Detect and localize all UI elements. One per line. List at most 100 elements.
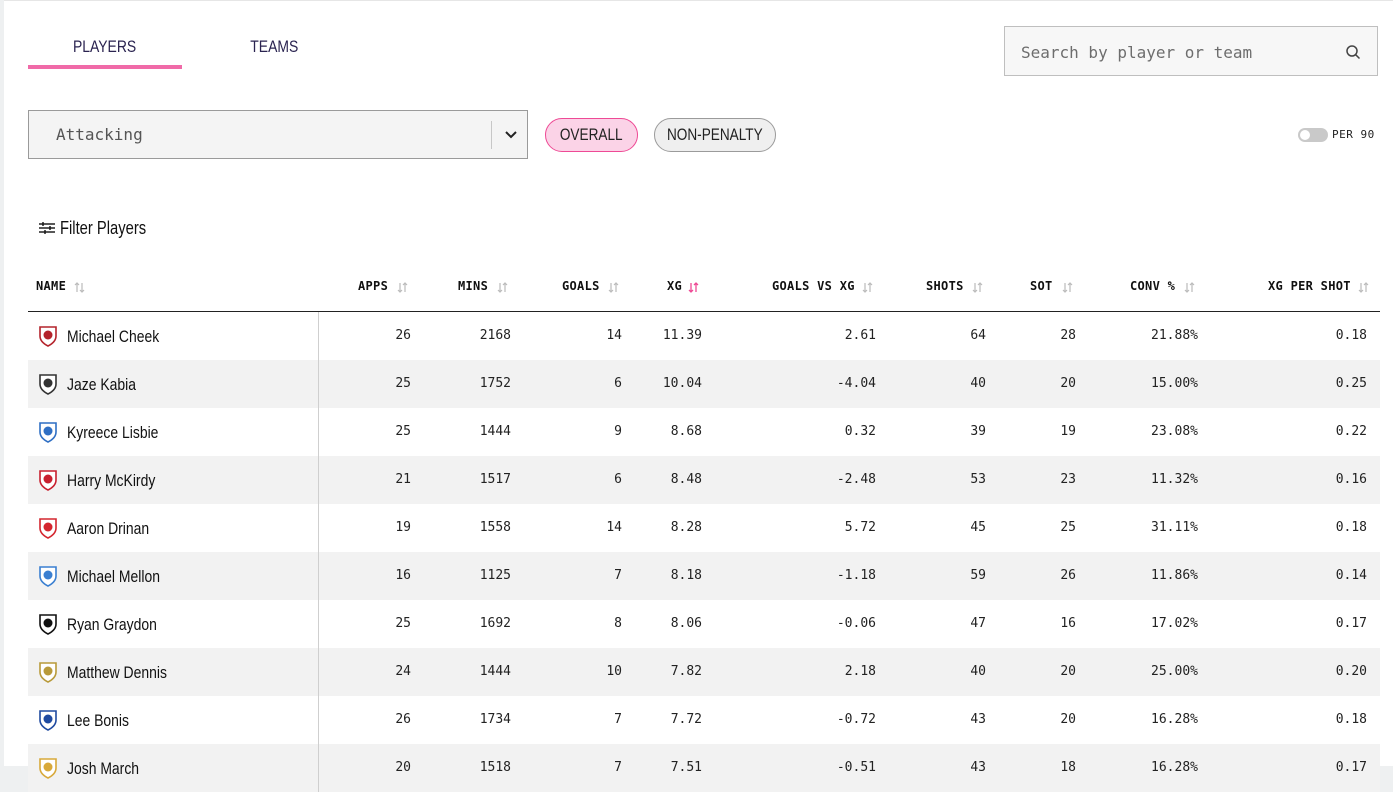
cell-goals: 8 xyxy=(614,616,622,631)
player-name-cell: Michael Mellon xyxy=(28,552,319,600)
player-name[interactable]: Josh March xyxy=(67,759,139,779)
sort-icon[interactable] xyxy=(74,281,85,294)
col-shots-header[interactable]: SHOTS xyxy=(926,279,964,293)
stat-category-value: Attacking xyxy=(56,125,143,144)
cell-gvx: -1.18 xyxy=(836,568,876,583)
table-row[interactable]: Josh March 20 1518 7 7.51 -0.51 43 18 16.28% 0.17 xyxy=(28,744,1380,792)
cell-sot: 28 xyxy=(1060,328,1076,343)
main-panel: PLAYERS TEAMS Attacking OVERALL NON-PENA… xyxy=(4,0,1393,792)
cell-sot: 16 xyxy=(1060,616,1076,631)
table-row[interactable]: Kyreece Lisbie 25 1444 9 8.68 0.32 39 19 23.08% 0… xyxy=(28,408,1380,456)
sliders-icon xyxy=(39,222,55,234)
cell-sot: 23 xyxy=(1060,472,1076,487)
cell-apps: 25 xyxy=(395,424,411,439)
player-name[interactable]: Michael Mellon xyxy=(67,567,160,587)
cell-conv: 15.00% xyxy=(1151,376,1198,391)
player-name-cell: Michael Cheek xyxy=(28,312,319,360)
table-row[interactable]: Matthew Dennis 24 1444 10 7.82 2.18 40 20 25.00%… xyxy=(28,648,1380,696)
player-name[interactable]: Michael Cheek xyxy=(67,327,159,347)
cell-shots: 53 xyxy=(970,472,986,487)
non-penalty-button[interactable]: NON-PENALTY xyxy=(654,118,776,152)
sort-icon[interactable] xyxy=(497,281,508,294)
club-crest-icon xyxy=(39,566,57,587)
sort-active-icon[interactable] xyxy=(688,281,699,294)
cell-goals: 6 xyxy=(614,472,622,487)
cell-shots: 45 xyxy=(970,520,986,535)
cell-mins: 1517 xyxy=(479,472,511,487)
player-name[interactable]: Matthew Dennis xyxy=(67,663,167,683)
cell-goals: 10 xyxy=(606,664,622,679)
col-conv-header[interactable]: CONV % xyxy=(1130,279,1175,293)
sort-icon[interactable] xyxy=(1184,281,1195,294)
player-name[interactable]: Ryan Graydon xyxy=(67,615,157,635)
sort-icon[interactable] xyxy=(862,281,873,294)
cell-xg: 8.28 xyxy=(670,520,702,535)
cell-goals: 7 xyxy=(614,760,622,775)
player-name[interactable]: Harry McKirdy xyxy=(67,471,155,491)
table-row[interactable]: Ryan Graydon 25 1692 8 8.06 -0.06 47 16 17.02% 0.… xyxy=(28,600,1380,648)
overall-button-label: OVERALL xyxy=(560,125,623,144)
cell-gvx: 2.61 xyxy=(844,328,876,343)
cell-conv: 25.00% xyxy=(1151,664,1198,679)
player-name[interactable]: Aaron Drinan xyxy=(67,519,149,539)
cell-conv: 23.08% xyxy=(1151,424,1198,439)
sort-icon[interactable] xyxy=(972,281,983,294)
col-name-header[interactable]: NAME xyxy=(36,279,66,293)
chevron-down-icon[interactable] xyxy=(503,127,519,143)
filter-players-button[interactable]: Filter Players xyxy=(38,217,165,239)
cell-xg: 7.82 xyxy=(670,664,702,679)
cell-apps: 16 xyxy=(395,568,411,583)
cell-shots: 47 xyxy=(970,616,986,631)
col-sot-header[interactable]: SOT xyxy=(1030,279,1053,293)
table-row[interactable]: Harry McKirdy 21 1517 6 8.48 -2.48 53 23 11.32% 0… xyxy=(28,456,1380,504)
cell-xgps: 0.22 xyxy=(1335,424,1367,439)
non-penalty-button-label: NON-PENALTY xyxy=(667,125,763,144)
table-row[interactable]: Aaron Drinan 19 1558 14 8.28 5.72 45 25 31.11% 0.… xyxy=(28,504,1380,552)
cell-apps: 25 xyxy=(395,376,411,391)
col-xg-header[interactable]: XG xyxy=(667,279,682,293)
table-row[interactable]: Michael Mellon 16 1125 7 8.18 -1.18 59 26 11.86%… xyxy=(28,552,1380,600)
player-name[interactable]: Kyreece Lisbie xyxy=(67,423,158,443)
cell-xg: 10.04 xyxy=(662,376,702,391)
sort-icon[interactable] xyxy=(1062,281,1073,294)
sort-icon[interactable] xyxy=(1358,281,1369,294)
overall-button[interactable]: OVERALL xyxy=(545,118,638,152)
col-mins-header[interactable]: MINS xyxy=(458,279,488,293)
tab-teams-label: TEAMS xyxy=(249,37,299,56)
cell-xg: 7.72 xyxy=(670,712,702,727)
player-name[interactable]: Lee Bonis xyxy=(67,711,129,731)
filter-players-label: Filter Players xyxy=(60,217,147,238)
col-goals-header[interactable]: GOALS xyxy=(562,279,600,293)
col-goals-vs-xg-header[interactable]: GOALS VS XG xyxy=(772,279,855,293)
cell-goals: 6 xyxy=(614,376,622,391)
cell-xgps: 0.14 xyxy=(1335,568,1367,583)
tab-players[interactable]: PLAYERS xyxy=(28,37,182,69)
player-name-cell: Harry McKirdy xyxy=(28,456,319,504)
table-row[interactable]: Lee Bonis 26 1734 7 7.72 -0.72 43 20 16.28% 0.18 xyxy=(28,696,1380,744)
search-box xyxy=(1004,26,1378,76)
per-90-label: PER 90 xyxy=(1332,128,1375,141)
table-row[interactable]: Jaze Kabia 25 1752 6 10.04 -4.04 40 20 15.00% 0.2… xyxy=(28,360,1380,408)
col-xg-per-shot-header[interactable]: XG PER SHOT xyxy=(1268,279,1351,293)
table-header: NAME APPS MINS GOALS XG GOALS VS XG SHOT… xyxy=(28,263,1380,312)
cell-shots: 40 xyxy=(970,664,986,679)
cell-conv: 21.88% xyxy=(1151,328,1198,343)
cell-shots: 40 xyxy=(970,376,986,391)
search-input[interactable] xyxy=(1019,39,1323,65)
player-name[interactable]: Jaze Kabia xyxy=(67,375,136,395)
stat-category-select[interactable]: Attacking xyxy=(28,110,528,159)
cell-gvx: -4.04 xyxy=(836,376,876,391)
club-crest-icon xyxy=(39,422,57,443)
search-icon[interactable] xyxy=(1345,44,1361,60)
cell-conv: 16.28% xyxy=(1151,760,1198,775)
table-row[interactable]: Michael Cheek 26 2168 14 11.39 2.61 64 28 21.88%… xyxy=(28,312,1380,360)
per-90-toggle[interactable] xyxy=(1298,128,1328,142)
col-apps-header[interactable]: APPS xyxy=(358,279,388,293)
cell-sot: 20 xyxy=(1060,712,1076,727)
club-crest-icon xyxy=(39,470,57,491)
cell-shots: 39 xyxy=(970,424,986,439)
players-table: NAME APPS MINS GOALS XG GOALS VS XG SHOT… xyxy=(28,263,1380,792)
sort-icon[interactable] xyxy=(397,281,408,294)
sort-icon[interactable] xyxy=(608,281,619,294)
tab-teams[interactable]: TEAMS xyxy=(194,37,354,65)
